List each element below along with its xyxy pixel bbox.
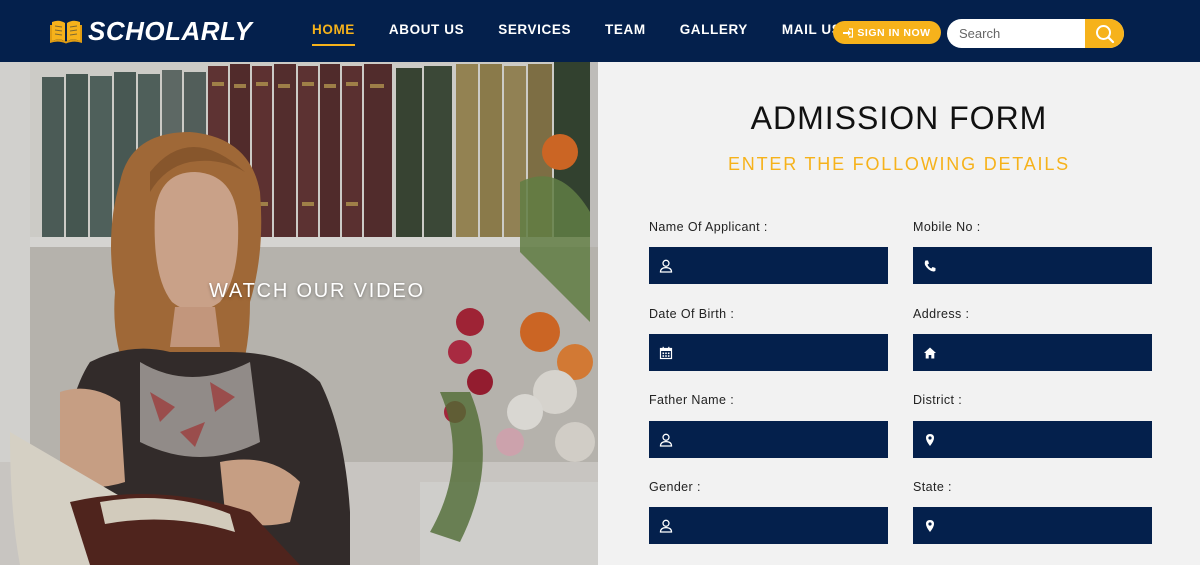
- date-of-birth-field[interactable]: [649, 334, 888, 371]
- search-input[interactable]: [947, 19, 1085, 48]
- open-book-icon: [50, 20, 82, 44]
- gender-input[interactable]: [673, 507, 888, 544]
- address-field[interactable]: [913, 334, 1152, 371]
- nav-home[interactable]: HOME: [312, 22, 355, 46]
- user-icon: [659, 433, 673, 447]
- date-of-birth-input[interactable]: [673, 334, 888, 371]
- applicant-name-input[interactable]: [673, 247, 888, 284]
- label-address: Address :: [913, 307, 970, 321]
- admission-form-panel: ADMISSION FORM ENTER THE FOLLOWING DETAI…: [598, 62, 1200, 565]
- map-marker-icon: [926, 433, 934, 446]
- label-district: District :: [913, 393, 963, 407]
- sign-in-button[interactable]: SIGN IN NOW: [833, 21, 941, 44]
- state-field[interactable]: [913, 507, 1152, 544]
- watch-video-link[interactable]: WATCH OUR VIDEO: [209, 280, 425, 303]
- hero-photo-illustration: [0, 62, 598, 565]
- sign-in-label: SIGN IN NOW: [857, 26, 931, 39]
- district-field[interactable]: [913, 421, 1152, 458]
- label-gender: Gender :: [649, 480, 701, 494]
- nav-gallery[interactable]: GALLERY: [680, 22, 748, 38]
- sign-in-icon: [843, 27, 854, 38]
- gender-field[interactable]: [649, 507, 888, 544]
- district-input[interactable]: [937, 421, 1152, 458]
- brand-logo[interactable]: SCHOLARLY: [50, 17, 252, 45]
- calendar-icon: [659, 346, 673, 359]
- address-input[interactable]: [937, 334, 1152, 371]
- nav-services[interactable]: SERVICES: [498, 22, 571, 38]
- user-icon: [659, 259, 673, 273]
- label-date-of-birth: Date Of Birth :: [649, 307, 735, 321]
- phone-icon: [924, 260, 936, 272]
- label-state: State :: [913, 480, 952, 494]
- main-nav: HOME ABOUT US SERVICES TEAM GALLERY MAIL…: [312, 22, 875, 46]
- home-icon: [924, 347, 936, 358]
- search-icon: [1095, 24, 1114, 43]
- form-subtitle: ENTER THE FOLLOWING DETAILS: [728, 154, 1070, 174]
- mobile-no-input[interactable]: [937, 247, 1152, 284]
- nav-team[interactable]: TEAM: [605, 22, 646, 38]
- label-father-name: Father Name :: [649, 393, 735, 407]
- mobile-no-field[interactable]: [913, 247, 1152, 284]
- search-box: [947, 19, 1124, 48]
- father-name-input[interactable]: [673, 421, 888, 458]
- form-title: ADMISSION FORM: [750, 100, 1048, 136]
- map-marker-icon: [926, 519, 934, 532]
- state-input[interactable]: [937, 507, 1152, 544]
- label-applicant-name: Name Of Applicant :: [649, 220, 768, 234]
- top-navbar: SCHOLARLY HOME ABOUT US SERVICES TEAM GA…: [0, 0, 1200, 62]
- label-mobile-no: Mobile No :: [913, 220, 981, 234]
- brand-name: SCHOLARLY: [88, 16, 253, 46]
- hero-image: WATCH OUR VIDEO: [0, 62, 598, 565]
- applicant-name-field[interactable]: [649, 247, 888, 284]
- nav-about-us[interactable]: ABOUT US: [389, 22, 464, 38]
- user-icon: [659, 519, 673, 533]
- search-button[interactable]: [1085, 19, 1124, 48]
- father-name-field[interactable]: [649, 421, 888, 458]
